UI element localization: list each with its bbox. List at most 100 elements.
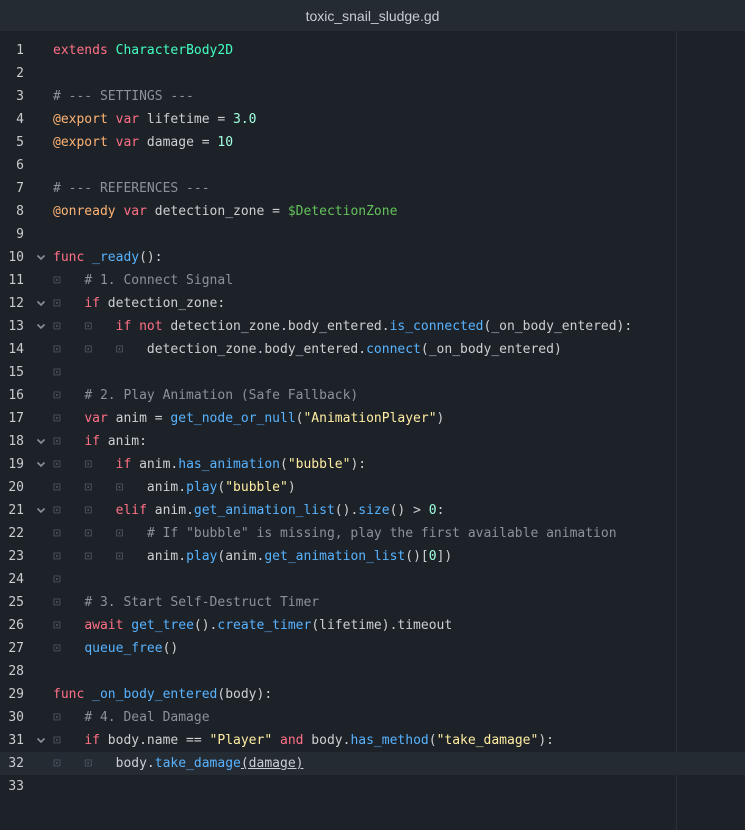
code-token: (damage) [240, 756, 304, 771]
code-token: (): [139, 250, 163, 265]
tab-indent-icon: ⊡ [53, 273, 61, 288]
code-line[interactable]: 11 ⊡ # 1. Connect Signal [0, 269, 745, 292]
code-line[interactable]: 29 func _on_body_entered(body): [0, 683, 745, 706]
code-text: ⊡ if body.name == "Player" and body.has_… [53, 729, 554, 752]
code-token: create_timer [217, 618, 312, 633]
line-number: 24 [8, 572, 24, 587]
code-line[interactable]: 14 ⊡ ⊡ ⊡ detection_zone.body_entered.conn… [0, 338, 745, 361]
code-token: 3.0 [233, 112, 257, 127]
code-token: : [436, 503, 445, 518]
line-number: 8 [16, 204, 24, 219]
code-line[interactable]: 24 ⊡ [0, 568, 745, 591]
chevron-down-icon[interactable] [34, 453, 48, 476]
code-token: is_connected [389, 319, 484, 334]
code-line[interactable]: 10 func _ready(): [0, 246, 745, 269]
code-token: (_on_body_entered): [483, 319, 633, 334]
tab-indent-icon: ⊡ [53, 480, 61, 495]
code-line[interactable]: 17 ⊡ var anim = get_node_or_null("Animati… [0, 407, 745, 430]
code-text: @onready var detection_zone = $Detection… [53, 200, 397, 223]
code-line[interactable]: 27 ⊡ queue_free() [0, 637, 745, 660]
code-token: @export [53, 135, 108, 150]
code-line[interactable]: 1 extends CharacterBody2D [0, 39, 745, 62]
code-line[interactable]: 15 ⊡ [0, 361, 745, 384]
line-number: 25 [8, 595, 24, 610]
line-number: 1 [16, 43, 24, 58]
code-token: anim. [123, 549, 187, 564]
code-token: anim. [123, 480, 187, 495]
chevron-down-icon[interactable] [34, 292, 48, 315]
code-line[interactable]: 22 ⊡ ⊡ ⊡ # If "bubble" is missing, play t… [0, 522, 745, 545]
code-line[interactable]: 30 ⊡ # 4. Deal Damage [0, 706, 745, 729]
code-line[interactable]: 18 ⊡ if anim: [0, 430, 745, 453]
code-line[interactable]: 20 ⊡ ⊡ ⊡ anim.play("bubble") [0, 476, 745, 499]
code-line[interactable]: 12 ⊡ if detection_zone: [0, 292, 745, 315]
code-token: # If "bubble" is missing, play the first… [146, 526, 617, 541]
line-number: 14 [8, 342, 24, 357]
code-line[interactable]: 4 @export var lifetime = 3.0 [0, 108, 745, 131]
code-line[interactable]: 25 ⊡ # 3. Start Self-Destruct Timer [0, 591, 745, 614]
code-token: ]) [436, 549, 453, 564]
code-line[interactable]: 19 ⊡ ⊡ if anim.has_animation("bubble"): [0, 453, 745, 476]
code-token: body. [303, 733, 351, 748]
code-token: anim. [131, 457, 179, 472]
chevron-down-icon[interactable] [34, 729, 48, 752]
code-editor[interactable]: 1 extends CharacterBody2D 2 3 # --- SETTINGS… [0, 31, 745, 830]
code-text: # --- SETTINGS --- [53, 85, 194, 108]
code-line[interactable]: 8 @onready var detection_zone = $Detectio… [0, 200, 745, 223]
code-line[interactable]: 2 [0, 62, 745, 85]
code-line[interactable]: 6 [0, 154, 745, 177]
code-text: extends CharacterBody2D [53, 39, 233, 62]
code-token: @onready [53, 204, 116, 219]
code-token: CharacterBody2D [115, 43, 234, 58]
code-line[interactable]: 28 [0, 660, 745, 683]
tab-indent-icon: ⊡ [53, 733, 61, 748]
chevron-down-icon[interactable] [34, 315, 48, 338]
code-text: ⊡ ⊡ elif anim.get_animation_list().size(… [53, 499, 444, 522]
code-line[interactable]: 3 # --- SETTINGS --- [0, 85, 745, 108]
code-token: ) [287, 480, 296, 495]
code-token: func [53, 687, 85, 702]
code-token: # 4. Deal Damage [84, 710, 210, 725]
chevron-down-icon[interactable] [34, 246, 48, 269]
code-line[interactable]: 23 ⊡ ⊡ ⊡ anim.play(anim.get_animation_lis… [0, 545, 745, 568]
code-token: var [123, 204, 147, 219]
code-token: body. [92, 756, 155, 771]
code-token: "take_damage" [436, 733, 539, 748]
code-line[interactable]: 16 ⊡ # 2. Play Animation (Safe Fallback) [0, 384, 745, 407]
code-token: get_tree [131, 618, 194, 633]
code-line[interactable]: 32 ⊡ ⊡ body.take_damage(damage) [0, 752, 745, 775]
tab-indent-icon: ⊡ [53, 618, 61, 633]
code-text: ⊡ # 4. Deal Damage [53, 706, 210, 729]
code-text: ⊡ # 3. Start Self-Destruct Timer [53, 591, 319, 614]
line-number: 32 [8, 756, 24, 771]
code-token: 10 [217, 135, 234, 150]
code-token: detection_zone.body_entered. [123, 342, 367, 357]
code-line[interactable]: 31 ⊡ if body.name == "Player" and body.ha… [0, 729, 745, 752]
code-token: if [115, 457, 132, 472]
chevron-down-icon[interactable] [34, 430, 48, 453]
code-line[interactable]: 21 ⊡ ⊡ elif anim.get_animation_list().siz… [0, 499, 745, 522]
code-text: ⊡ await get_tree().create_timer(lifetime… [53, 614, 452, 637]
code-line[interactable]: 9 [0, 223, 745, 246]
code-token: get_animation_list [193, 503, 335, 518]
code-line[interactable]: 33 [0, 775, 745, 798]
code-line[interactable]: 26 ⊡ await get_tree().create_timer(lifeti… [0, 614, 745, 637]
code-line[interactable]: 7 # --- REFERENCES --- [0, 177, 745, 200]
code-line[interactable]: 5 @export var damage = 10 [0, 131, 745, 154]
code-token: "AnimationPlayer" [303, 411, 437, 426]
line-number: 26 [8, 618, 24, 633]
chevron-down-icon[interactable] [34, 499, 48, 522]
code-token: ) [436, 411, 445, 426]
code-line[interactable]: 13 ⊡ ⊡ if not detection_zone.body_entered… [0, 315, 745, 338]
code-token: "Player" [209, 733, 273, 748]
tab-indent-icon: ⊡ [53, 411, 61, 426]
